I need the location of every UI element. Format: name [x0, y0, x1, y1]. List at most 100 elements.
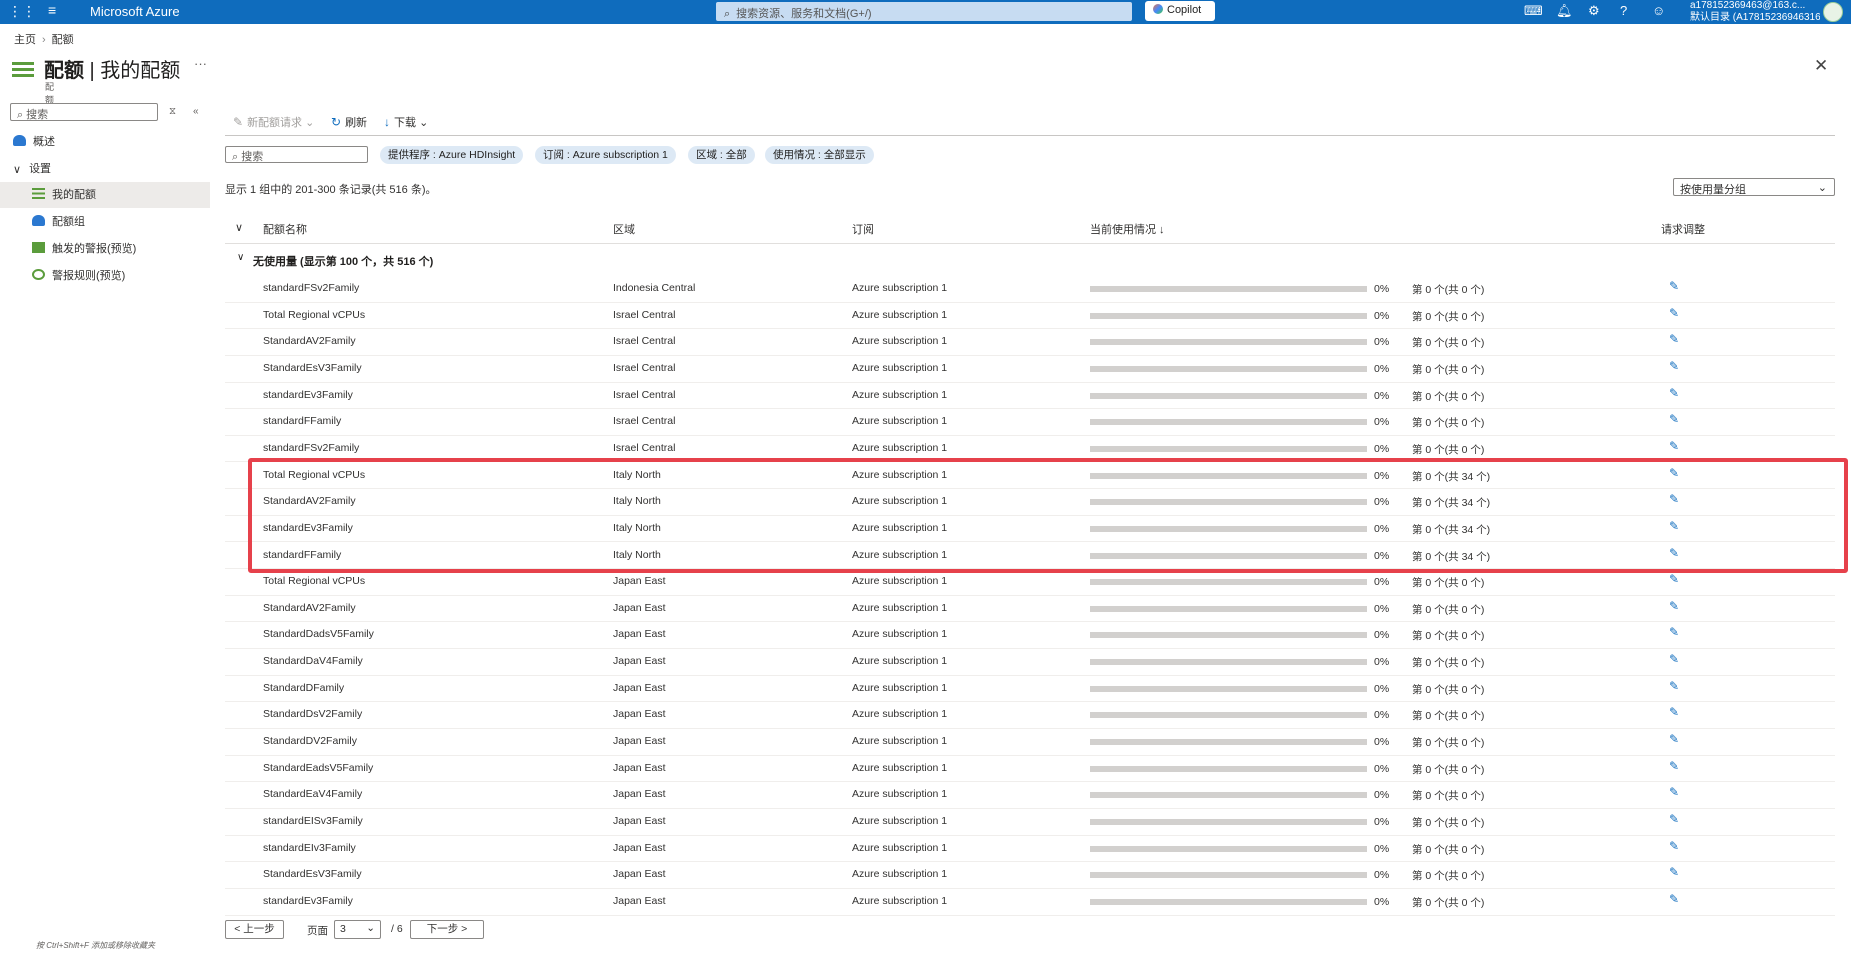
- cloud-shell-icon[interactable]: ⌨: [1524, 3, 1543, 19]
- refresh-button[interactable]: ↻ 刷新: [331, 114, 367, 130]
- edit-pencil-icon[interactable]: ✎: [1669, 892, 1679, 906]
- cell-usage-text: 第 0 个(共 0 个): [1412, 390, 1485, 403]
- bell-icon[interactable]: 🔔︎: [1556, 3, 1573, 19]
- copilot-button[interactable]: Copilot: [1145, 1, 1215, 21]
- usage-progress-bar: [1090, 819, 1367, 825]
- edit-pencil-icon[interactable]: ✎: [1669, 572, 1679, 586]
- column-header-region[interactable]: 区域: [613, 221, 635, 237]
- global-search-input[interactable]: ⌕ 搜索资源、服务和文档(G+/): [716, 2, 1132, 21]
- sidebar-item-my-quotas[interactable]: 我的配额: [0, 182, 210, 208]
- edit-pencil-icon[interactable]: ✎: [1669, 599, 1679, 613]
- table-row[interactable]: StandardEaV4Family Japan East Azure subscr…: [225, 782, 1835, 809]
- edit-pencil-icon[interactable]: ✎: [1669, 439, 1679, 453]
- table-row[interactable]: StandardDV2Family Japan East Azure subscri…: [225, 729, 1835, 756]
- edit-pencil-icon[interactable]: ✎: [1669, 652, 1679, 666]
- edit-pencil-icon[interactable]: ✎: [1669, 759, 1679, 773]
- table-row[interactable]: standardFSv2Family Israel Central Azure su…: [225, 436, 1835, 463]
- collapse-filter-icon[interactable]: ⧖: [169, 106, 176, 117]
- table-row[interactable]: StandardDaV4Family Japan East Azure subscr…: [225, 649, 1835, 676]
- edit-pencil-icon[interactable]: ✎: [1669, 705, 1679, 719]
- cell-usage-text: 第 0 个(共 0 个): [1412, 896, 1485, 909]
- table-row[interactable]: standardFFamily Israel Central Azure subsc…: [225, 409, 1835, 436]
- edit-pencil-icon[interactable]: ✎: [1669, 306, 1679, 320]
- table-row[interactable]: standardEIv3Family Japan East Azure subscr…: [225, 836, 1835, 863]
- filter-usage[interactable]: 使用情况 : 全部显示: [765, 146, 874, 164]
- edit-pencil-icon[interactable]: ✎: [1669, 466, 1679, 480]
- table-row[interactable]: StandardEsV3Family Japan East Azure subscr…: [225, 862, 1835, 889]
- edit-pencil-icon[interactable]: ✎: [1669, 812, 1679, 826]
- table-row[interactable]: Total Regional vCPUs Japan East Azure subs…: [225, 569, 1835, 596]
- filter-region[interactable]: 区域 : 全部: [688, 146, 755, 164]
- brand-name[interactable]: Microsoft Azure: [90, 4, 180, 19]
- gear-icon[interactable]: ⚙: [1588, 3, 1600, 19]
- edit-pencil-icon[interactable]: ✎: [1669, 679, 1679, 693]
- column-header-usage[interactable]: 当前使用情况 ↓: [1090, 221, 1165, 237]
- close-icon[interactable]: ✕: [1814, 56, 1828, 76]
- edit-pencil-icon[interactable]: ✎: [1669, 865, 1679, 879]
- sidebar-item-quota-groups[interactable]: 配额组: [0, 209, 210, 235]
- new-quota-request-button[interactable]: ✎ 新配额请求 ⌄: [233, 114, 314, 130]
- table-row[interactable]: Total Regional vCPUs Italy North Azure sub…: [225, 463, 1835, 490]
- next-page-button[interactable]: 下一步 >: [410, 920, 484, 939]
- collapse-all-icon[interactable]: ∨: [235, 221, 243, 234]
- page-select[interactable]: 3 ⌄: [334, 920, 381, 939]
- table-row[interactable]: StandardDsV2Family Japan East Azure subscr…: [225, 702, 1835, 729]
- filter-provider[interactable]: 提供程序 : Azure HDInsight: [380, 146, 524, 164]
- table-row[interactable]: StandardEadsV5Family Japan East Azure subs…: [225, 756, 1835, 783]
- sidebar-search-input[interactable]: ⌕ 搜索: [10, 103, 158, 121]
- edit-pencil-icon[interactable]: ✎: [1669, 332, 1679, 346]
- sidebar-item-overview[interactable]: 概述: [0, 129, 210, 155]
- breadcrumb-home[interactable]: 主页: [14, 34, 36, 46]
- sidebar-item-triggered-alerts[interactable]: 触发的警报(预览): [0, 236, 210, 262]
- prev-page-button[interactable]: < 上一步: [225, 920, 284, 939]
- new-quota-request-label: 新配额请求: [247, 117, 303, 129]
- more-options-icon[interactable]: ···: [194, 56, 207, 71]
- table-row[interactable]: StandardAV2Family Italy North Azure subscr…: [225, 489, 1835, 516]
- download-button[interactable]: ↓ 下载 ⌄: [384, 114, 428, 130]
- sidebar-item-alert-rules[interactable]: 警报规则(预览): [0, 263, 210, 289]
- table-row[interactable]: StandardAV2Family Israel Central Azure sub…: [225, 329, 1835, 356]
- table-row[interactable]: standardEv3Family Israel Central Azure sub…: [225, 383, 1835, 410]
- hamburger-icon[interactable]: ≡: [48, 2, 56, 18]
- table-row[interactable]: StandardAV2Family Japan East Azure subscri…: [225, 596, 1835, 623]
- table-search-input[interactable]: ⌕ 搜索: [225, 146, 368, 163]
- edit-pencil-icon[interactable]: ✎: [1669, 839, 1679, 853]
- filter-subscription[interactable]: 订阅 : Azure subscription 1: [535, 146, 676, 164]
- edit-pencil-icon[interactable]: ✎: [1669, 732, 1679, 746]
- edit-pencil-icon[interactable]: ✎: [1669, 412, 1679, 426]
- chevron-down-icon[interactable]: ∨: [237, 252, 244, 263]
- edit-pencil-icon[interactable]: ✎: [1669, 625, 1679, 639]
- table-row[interactable]: Total Regional vCPUs Israel Central Azure …: [225, 303, 1835, 330]
- waffle-icon[interactable]: ⋮⋮: [8, 3, 36, 20]
- feedback-icon[interactable]: ☺: [1652, 3, 1665, 18]
- table-row[interactable]: standardEv3Family Japan East Azure subscri…: [225, 889, 1835, 916]
- cell-usage-percent: 0%: [1374, 442, 1390, 455]
- cell-usage-text: 第 0 个(共 0 个): [1412, 657, 1485, 670]
- edit-pencil-icon[interactable]: ✎: [1669, 279, 1679, 293]
- collapse-sidebar-icon[interactable]: «: [193, 106, 199, 117]
- breadcrumb-quota[interactable]: 配额: [52, 34, 74, 46]
- cell-usage-percent: 0%: [1374, 469, 1390, 482]
- table-row[interactable]: standardEv3Family Italy North Azure subscr…: [225, 516, 1835, 543]
- top-bar: ⋮⋮ ≡ Microsoft Azure ⌕ 搜索资源、服务和文档(G+/) Co…: [0, 0, 1851, 24]
- table-row[interactable]: standardFFamily Italy North Azure subscrip…: [225, 543, 1835, 570]
- table-row[interactable]: standardFSv2Family Indonesia Central Azure…: [225, 276, 1835, 303]
- groupby-dropdown[interactable]: 按使用量分组 ⌄: [1673, 178, 1835, 196]
- edit-pencil-icon[interactable]: ✎: [1669, 785, 1679, 799]
- table-row[interactable]: StandardDadsV5Family Japan East Azure subs…: [225, 622, 1835, 650]
- table-row[interactable]: StandardDFamily Japan East Azure subscript…: [225, 676, 1835, 703]
- table-row[interactable]: standardEISv3Family Japan East Azure subsc…: [225, 809, 1835, 836]
- edit-pencil-icon[interactable]: ✎: [1669, 492, 1679, 506]
- edit-pencil-icon[interactable]: ✎: [1669, 386, 1679, 400]
- account-info[interactable]: a178152369463@163.c... 默认目录 (A1781523694…: [1690, 0, 1820, 24]
- sidebar-item-settings[interactable]: ∨ 设置: [0, 156, 210, 182]
- cell-subscription: Azure subscription 1: [852, 788, 948, 801]
- column-header-subscription[interactable]: 订阅: [852, 221, 874, 237]
- avatar[interactable]: [1823, 2, 1843, 22]
- edit-pencil-icon[interactable]: ✎: [1669, 519, 1679, 533]
- table-row[interactable]: StandardEsV3Family Israel Central Azure su…: [225, 356, 1835, 383]
- column-header-name[interactable]: 配额名称: [263, 221, 307, 237]
- edit-pencil-icon[interactable]: ✎: [1669, 359, 1679, 373]
- edit-pencil-icon[interactable]: ✎: [1669, 546, 1679, 560]
- help-icon[interactable]: ?: [1620, 3, 1627, 18]
